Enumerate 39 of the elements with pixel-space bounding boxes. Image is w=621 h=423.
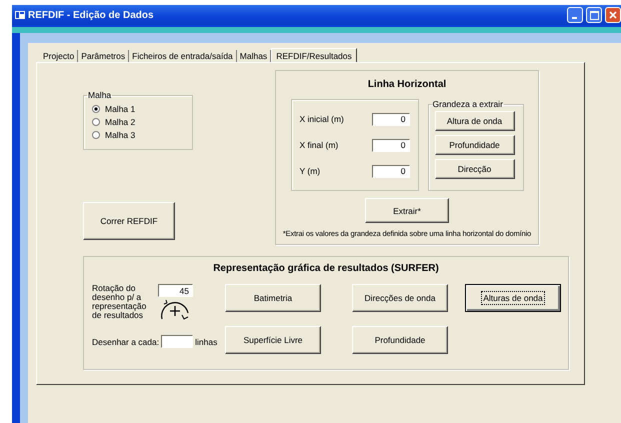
plot-button[interactable]: Superfície Livre (225, 326, 321, 354)
interval-field[interactable] (161, 335, 194, 348)
group-title: Representação gráfica de resultados (SURFER) (213, 263, 439, 274)
maximize-icon (590, 10, 598, 20)
rotation-field[interactable]: 45 (158, 284, 193, 297)
field-label: Y (m) (300, 166, 320, 176)
close-button[interactable] (605, 7, 621, 23)
tab[interactable]: Projecto (40, 50, 78, 62)
quantity-button[interactable]: Altura de onda (434, 111, 514, 131)
group-label: Malha (87, 90, 112, 100)
window-title: REFDIF - Edição de Dados (28, 10, 155, 20)
run-button[interactable]: Correr REFDIF (83, 202, 175, 240)
input-field[interactable]: 0 (372, 164, 410, 178)
plot-button[interactable]: Direcções de onda (352, 284, 448, 312)
group-label: Grandeza a extrair (432, 99, 504, 109)
extract-button[interactable]: Extrair* (365, 198, 449, 223)
app-icon (15, 11, 25, 19)
maximize-button[interactable] (586, 7, 602, 23)
tab[interactable]: Parâmetros (78, 50, 130, 62)
input-field[interactable]: 0 (372, 138, 410, 152)
radio-option[interactable]: Malha 1 (90, 102, 186, 115)
plot-button[interactable]: Batimetria (225, 284, 321, 312)
group-title: Linha Horizontal (368, 79, 446, 90)
radio-option[interactable]: Malha 3 (90, 128, 186, 141)
quantity-button[interactable]: Direcção (434, 159, 514, 179)
field-label: X final (m) (300, 140, 338, 150)
radio-option[interactable]: Malha 2 (90, 115, 186, 128)
input-field[interactable]: 0 (372, 112, 410, 126)
rotation-label: Rotação do desenho p/ a representação de resultados (92, 284, 148, 321)
every-label: Desenhar a cada: (92, 336, 160, 346)
minimize-button[interactable] (567, 7, 583, 23)
tab[interactable]: Ficheiros de entrada/saída (129, 50, 237, 62)
unit-label: linhas (195, 336, 218, 346)
tab[interactable]: REFDIF/Resultados (271, 48, 357, 62)
plot-button[interactable]: Profundidade (352, 326, 448, 354)
quantity-button[interactable]: Profundidade (434, 135, 514, 155)
plot-button[interactable]: Alturas de onda (465, 284, 561, 312)
close-icon (609, 11, 617, 19)
field-label: X inicial (m) (300, 114, 344, 124)
